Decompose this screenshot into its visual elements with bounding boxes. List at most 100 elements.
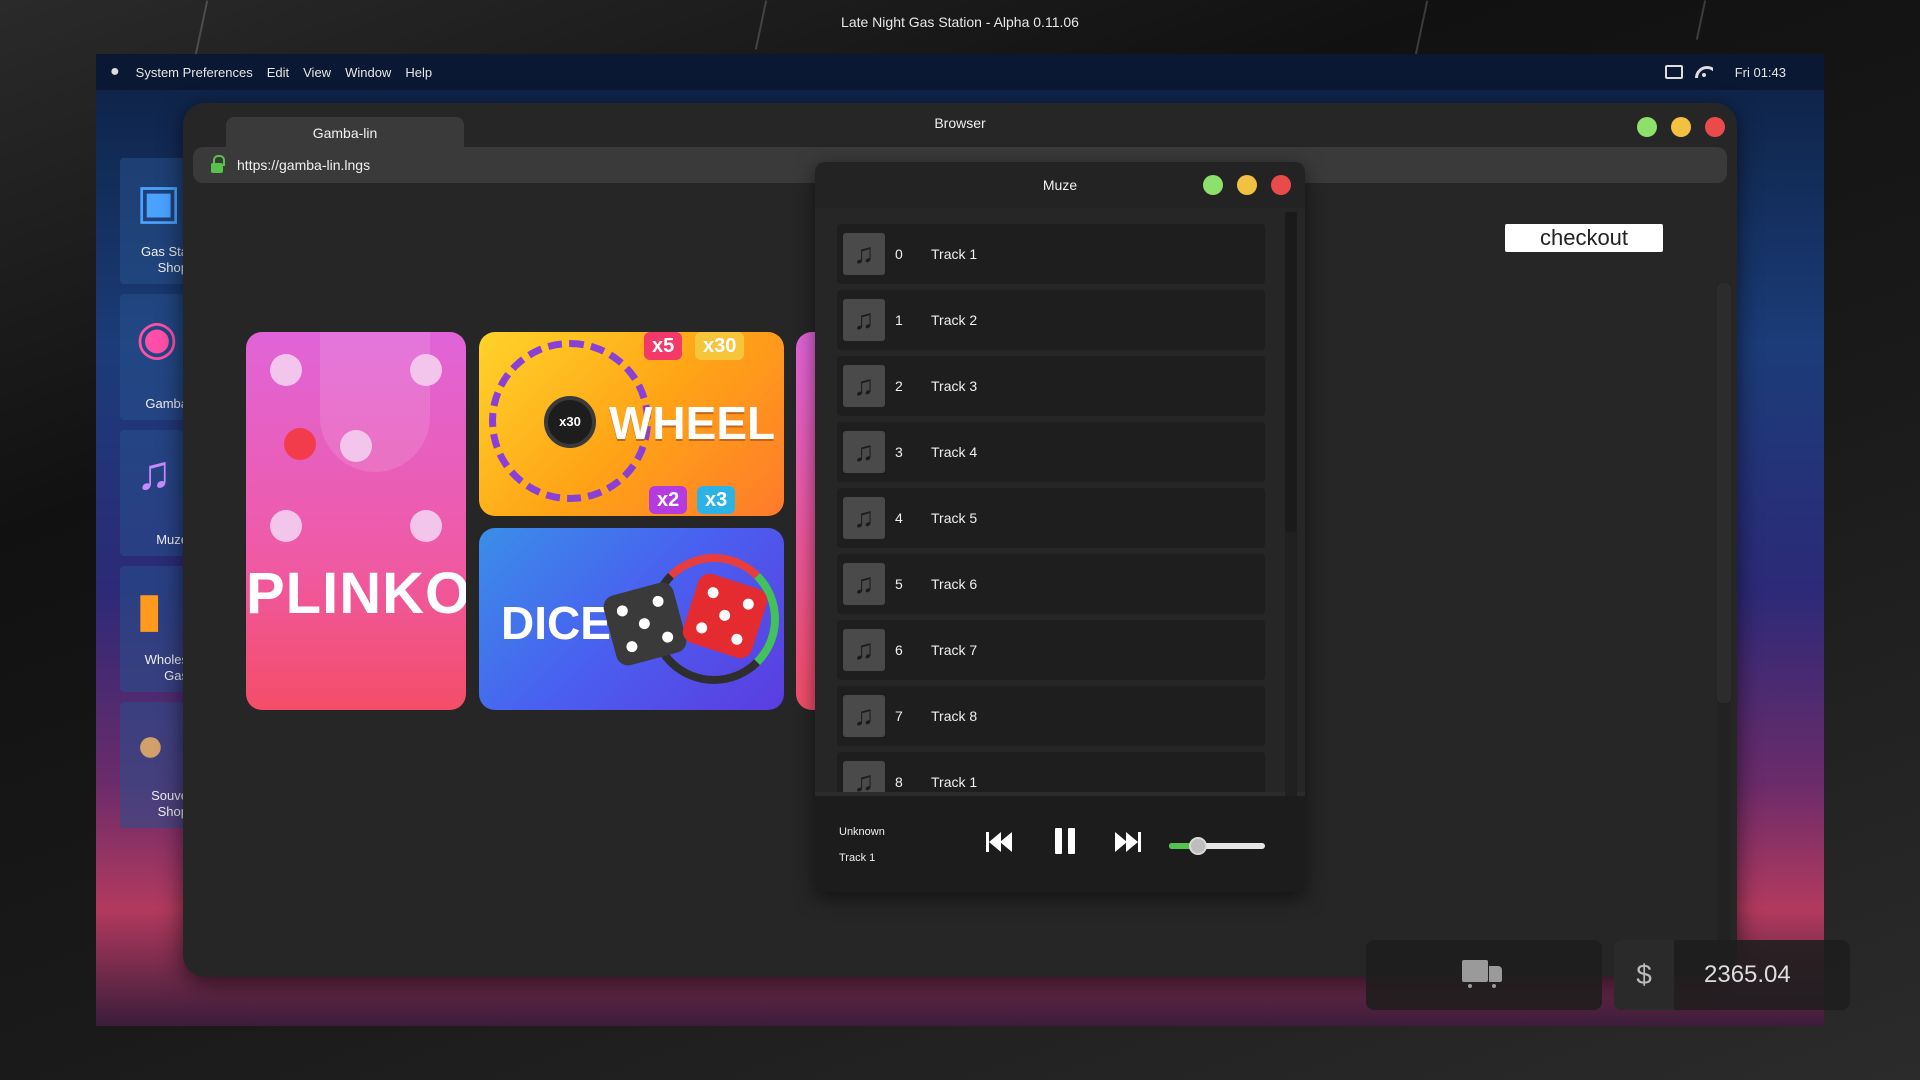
plinko-peg <box>270 354 302 386</box>
music-note-icon: ♫ <box>843 563 885 605</box>
money-hud: $ 2365.04 <box>1614 940 1850 1010</box>
plinko-peg <box>410 354 442 386</box>
multiplier-badge: x5 <box>644 332 683 360</box>
multiplier-badge: x3 <box>697 486 736 514</box>
previous-track-icon[interactable] <box>985 826 1021 858</box>
wheel-hub: x30 <box>544 396 596 448</box>
track-name: Track 7 <box>931 642 978 658</box>
game-window-title: Late Night Gas Station - Alpha 0.11.06 <box>841 14 1079 30</box>
menu-system-preferences[interactable]: System Preferences <box>136 65 253 80</box>
screen-icon[interactable] <box>1664 65 1683 79</box>
track-name: Track 6 <box>931 576 978 592</box>
track-row[interactable]: ♫ 5 Track 6 <box>837 554 1265 614</box>
menu-help[interactable]: Help <box>405 65 432 80</box>
desktop-app-wholesale-gas[interactable]: ▮ Wholes Gas <box>120 566 190 692</box>
maximize-button[interactable] <box>1203 175 1223 195</box>
plinko-title: PLINKO <box>246 561 466 626</box>
teddy-bear-icon: ● <box>136 719 165 772</box>
menu-bar: ● System Preferences Edit View Window He… <box>96 54 1824 90</box>
track-list-scrollbar-thumb[interactable] <box>1285 212 1297 532</box>
minimize-button[interactable] <box>1237 175 1257 195</box>
track-name: Track 3 <box>931 378 978 394</box>
muze-music-window: Muze ♫ 0 Track 1 ♫ 1 Track 2 ♫ 2 Track 3… <box>815 162 1305 892</box>
track-number: 5 <box>895 576 903 592</box>
rain-streak <box>1413 0 1429 60</box>
wheel-game-card[interactable]: x30 WHEEL x5 x30 x2 x3 <box>479 332 784 516</box>
desktop-app-label: Souve Shop <box>151 788 188 819</box>
browser-scrollbar-thumb[interactable] <box>1717 283 1731 703</box>
track-name: Track 2 <box>931 312 978 328</box>
dice-title: DICE <box>501 597 611 649</box>
track-row[interactable]: ♫ 2 Track 3 <box>837 356 1265 416</box>
menu-edit[interactable]: Edit <box>267 65 289 80</box>
plinko-ball <box>284 428 316 460</box>
desktop-app-souvenir-shop[interactable]: ● Souve Shop <box>120 702 190 828</box>
next-game-card-partial[interactable] <box>796 332 816 710</box>
track-row[interactable]: ♫ 1 Track 2 <box>837 290 1265 350</box>
checkout-button[interactable]: checkout <box>1505 224 1663 252</box>
multiplier-badge: x2 <box>649 486 688 514</box>
desktop-app-gamba[interactable]: ◉ Gamba <box>120 294 190 420</box>
now-playing-artist: Unknown <box>839 826 885 838</box>
track-list-scrollbar[interactable] <box>1285 212 1297 796</box>
track-number: 1 <box>895 312 903 328</box>
track-name: Track 1 <box>931 246 978 262</box>
browser-window-controls <box>1637 117 1725 137</box>
plinko-peg <box>340 430 372 462</box>
dice-game-card[interactable]: DICE <box>479 528 784 710</box>
desktop-app-muze[interactable]: ♫ Muze <box>120 430 190 556</box>
track-row[interactable]: ♫ 8 Track 1 <box>837 752 1265 792</box>
track-list: ♫ 0 Track 1 ♫ 1 Track 2 ♫ 2 Track 3 ♫ 3 … <box>815 208 1305 792</box>
apple-menu-icon[interactable]: ● <box>110 63 120 81</box>
muze-window-controls <box>1203 175 1291 195</box>
plinko-peg <box>270 510 302 542</box>
browser-scrollbar[interactable] <box>1717 283 1731 953</box>
close-button[interactable] <box>1705 117 1725 137</box>
wifi-icon[interactable] <box>1695 66 1713 78</box>
track-name: Track 4 <box>931 444 978 460</box>
casino-icon: ◉ <box>136 312 178 365</box>
volume-slider-handle[interactable] <box>1188 837 1207 855</box>
track-row[interactable]: ♫ 4 Track 5 <box>837 488 1265 548</box>
track-row[interactable]: ♫ 6 Track 7 <box>837 620 1265 680</box>
music-note-icon: ♫ <box>843 761 885 792</box>
menu-window[interactable]: Window <box>345 65 391 80</box>
money-balance: 2365.04 <box>1704 961 1791 988</box>
track-number: 4 <box>895 510 903 526</box>
desktop-app-gas-station-shop[interactable]: ▣ Gas Sta Shop <box>120 158 190 284</box>
music-note-icon: ♫ <box>843 497 885 539</box>
track-row[interactable]: ♫ 0 Track 1 <box>837 224 1265 284</box>
track-row[interactable]: ♫ 3 Track 4 <box>837 422 1265 482</box>
rain-streak <box>193 0 209 60</box>
url-text: https://gamba-lin.lngs <box>237 157 371 173</box>
track-number: 2 <box>895 378 903 394</box>
wheel-title: WHEEL <box>609 397 776 449</box>
maximize-button[interactable] <box>1637 117 1657 137</box>
next-track-icon[interactable] <box>1109 826 1145 858</box>
desktop-app-label: Muze <box>156 532 188 547</box>
gas-station-shop-icon: ▣ <box>136 176 182 229</box>
track-row[interactable]: ♫ 7 Track 8 <box>837 686 1265 746</box>
music-note-icon: ♫ <box>136 447 172 500</box>
track-name: Track 5 <box>931 510 978 526</box>
multiplier-badge: x30 <box>695 332 745 360</box>
minimize-button[interactable] <box>1671 117 1691 137</box>
track-number: 8 <box>895 774 903 790</box>
desktop-app-label: Wholes Gas <box>144 652 188 683</box>
track-number: 6 <box>895 642 903 658</box>
browser-title: Browser <box>934 115 986 131</box>
desktop-app-label: Gas Sta Shop <box>141 244 188 275</box>
music-note-icon: ♫ <box>843 629 885 671</box>
music-note-icon: ♫ <box>843 233 885 275</box>
player-controls: Unknown Track 1 <box>815 796 1305 892</box>
truck-icon <box>1462 960 1502 990</box>
plinko-game-card[interactable]: PLINKO <box>246 332 466 710</box>
menu-view[interactable]: View <box>303 65 331 80</box>
gas-pump-icon: ▮ <box>136 584 163 637</box>
track-name: Track 8 <box>931 708 978 724</box>
track-number: 0 <box>895 246 903 262</box>
desktop-app-label: Gamba <box>145 396 188 411</box>
pause-icon[interactable] <box>1047 826 1083 858</box>
volume-slider[interactable] <box>1169 837 1265 855</box>
close-button[interactable] <box>1271 175 1291 195</box>
